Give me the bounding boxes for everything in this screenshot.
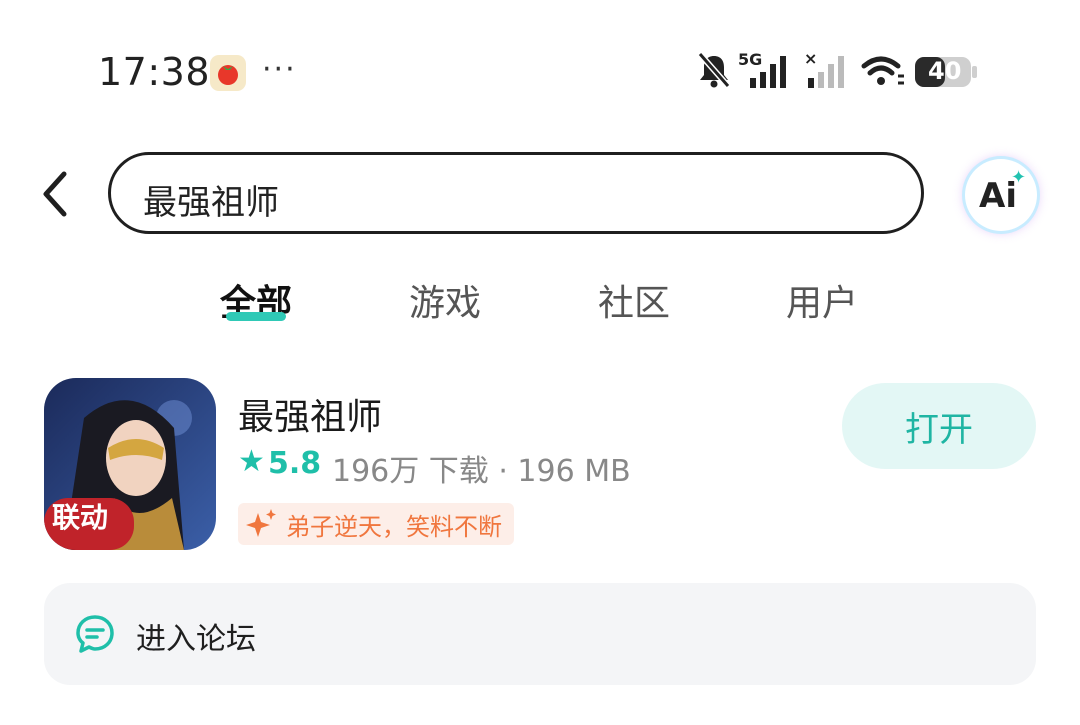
- app-icon[interactable]: 联动: [44, 378, 216, 550]
- bell-muted-icon: [696, 50, 732, 94]
- back-button[interactable]: [36, 168, 76, 220]
- tomato-app-icon: [210, 55, 246, 91]
- enter-forum-row[interactable]: 进入论坛: [44, 583, 1036, 685]
- search-query: 最强祖师: [143, 183, 279, 223]
- sparkle-icon: ✦: [1011, 167, 1027, 188]
- search-input[interactable]: 最强祖师: [108, 152, 924, 234]
- sparkle-icon: [246, 509, 276, 537]
- star-icon: ★: [238, 444, 265, 479]
- tab-community[interactable]: 社区: [598, 274, 670, 326]
- tagline-text: 弟子逆天，笑料不断: [286, 512, 502, 541]
- open-button[interactable]: 打开: [842, 383, 1036, 469]
- collab-badge: 联动: [52, 501, 109, 534]
- forum-label: 进入论坛: [136, 622, 256, 657]
- battery-level: 40: [928, 57, 962, 85]
- more-notifications-icon: ···: [262, 52, 297, 87]
- status-time: 17:38: [98, 50, 211, 94]
- chat-bubble-icon: [76, 615, 114, 653]
- tab-users[interactable]: 用户: [786, 274, 858, 326]
- svg-text:×: ×: [804, 50, 817, 68]
- wifi-icon: [860, 50, 906, 94]
- active-tab-indicator: [226, 312, 286, 321]
- ai-assistant-button[interactable]: Ai ✦: [965, 159, 1037, 231]
- chevron-left-icon: [43, 171, 67, 217]
- battery-icon: 40: [914, 55, 978, 93]
- app-name[interactable]: 最强祖师: [238, 388, 382, 440]
- app-rating: 5.8: [268, 446, 322, 481]
- open-label: 打开: [905, 409, 973, 450]
- tab-games[interactable]: 游戏: [409, 274, 481, 326]
- app-meta: 196万 下载 · 196 MB: [332, 454, 631, 489]
- app-tagline: 弟子逆天，笑料不断: [238, 503, 514, 545]
- signal-no-service-icon: ×: [804, 49, 850, 94]
